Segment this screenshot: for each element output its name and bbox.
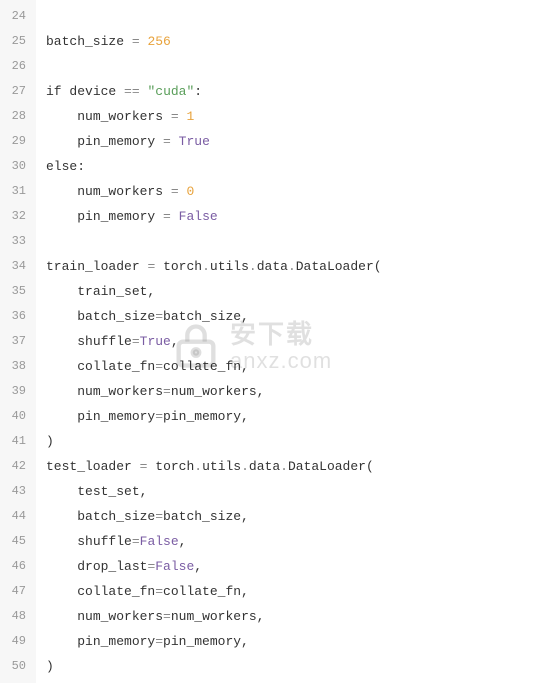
code-line[interactable]: test_loader = torch.utils.data.DataLoade…	[46, 454, 558, 479]
line-number: 32	[6, 204, 26, 229]
code-line[interactable]	[46, 4, 558, 29]
line-number: 33	[6, 229, 26, 254]
line-number: 26	[6, 54, 26, 79]
line-number: 42	[6, 454, 26, 479]
line-number: 41	[6, 429, 26, 454]
code-line[interactable]: if device == "cuda":	[46, 79, 558, 104]
code-editor[interactable]: 2425262728293031323334353637383940414243…	[0, 0, 558, 683]
code-line[interactable]: train_loader = torch.utils.data.DataLoad…	[46, 254, 558, 279]
code-line[interactable]: )	[46, 429, 558, 454]
code-line[interactable]: drop_last=False,	[46, 554, 558, 579]
line-number: 40	[6, 404, 26, 429]
line-number-gutter: 2425262728293031323334353637383940414243…	[0, 0, 36, 683]
code-line[interactable]: train_set,	[46, 279, 558, 304]
code-content[interactable]: batch_size = 256 if device == "cuda": num…	[36, 0, 558, 683]
code-line[interactable]	[46, 229, 558, 254]
line-number: 44	[6, 504, 26, 529]
code-line[interactable]: shuffle=True,	[46, 329, 558, 354]
code-line[interactable]: batch_size = 256	[46, 29, 558, 54]
line-number: 37	[6, 329, 26, 354]
code-line[interactable]: shuffle=False,	[46, 529, 558, 554]
code-line[interactable]: )	[46, 654, 558, 679]
line-number: 50	[6, 654, 26, 679]
code-line[interactable]	[46, 54, 558, 79]
line-number: 30	[6, 154, 26, 179]
line-number: 35	[6, 279, 26, 304]
line-number: 25	[6, 29, 26, 54]
code-line[interactable]: pin_memory=pin_memory,	[46, 404, 558, 429]
line-number: 39	[6, 379, 26, 404]
line-number: 49	[6, 629, 26, 654]
code-line[interactable]: pin_memory = True	[46, 129, 558, 154]
code-line[interactable]: else:	[46, 154, 558, 179]
code-line[interactable]: pin_memory=pin_memory,	[46, 629, 558, 654]
line-number: 36	[6, 304, 26, 329]
line-number: 45	[6, 529, 26, 554]
code-line[interactable]: num_workers = 1	[46, 104, 558, 129]
code-line[interactable]: collate_fn=collate_fn,	[46, 354, 558, 379]
line-number: 27	[6, 79, 26, 104]
line-number: 38	[6, 354, 26, 379]
line-number: 29	[6, 129, 26, 154]
code-line[interactable]: pin_memory = False	[46, 204, 558, 229]
code-line[interactable]: collate_fn=collate_fn,	[46, 579, 558, 604]
code-line[interactable]: test_set,	[46, 479, 558, 504]
code-line[interactable]: batch_size=batch_size,	[46, 504, 558, 529]
line-number: 46	[6, 554, 26, 579]
code-line[interactable]: num_workers=num_workers,	[46, 379, 558, 404]
line-number: 28	[6, 104, 26, 129]
code-line[interactable]: num_workers=num_workers,	[46, 604, 558, 629]
line-number: 48	[6, 604, 26, 629]
code-line[interactable]: batch_size=batch_size,	[46, 304, 558, 329]
line-number: 34	[6, 254, 26, 279]
line-number: 31	[6, 179, 26, 204]
line-number: 24	[6, 4, 26, 29]
line-number: 43	[6, 479, 26, 504]
code-line[interactable]: num_workers = 0	[46, 179, 558, 204]
line-number: 47	[6, 579, 26, 604]
